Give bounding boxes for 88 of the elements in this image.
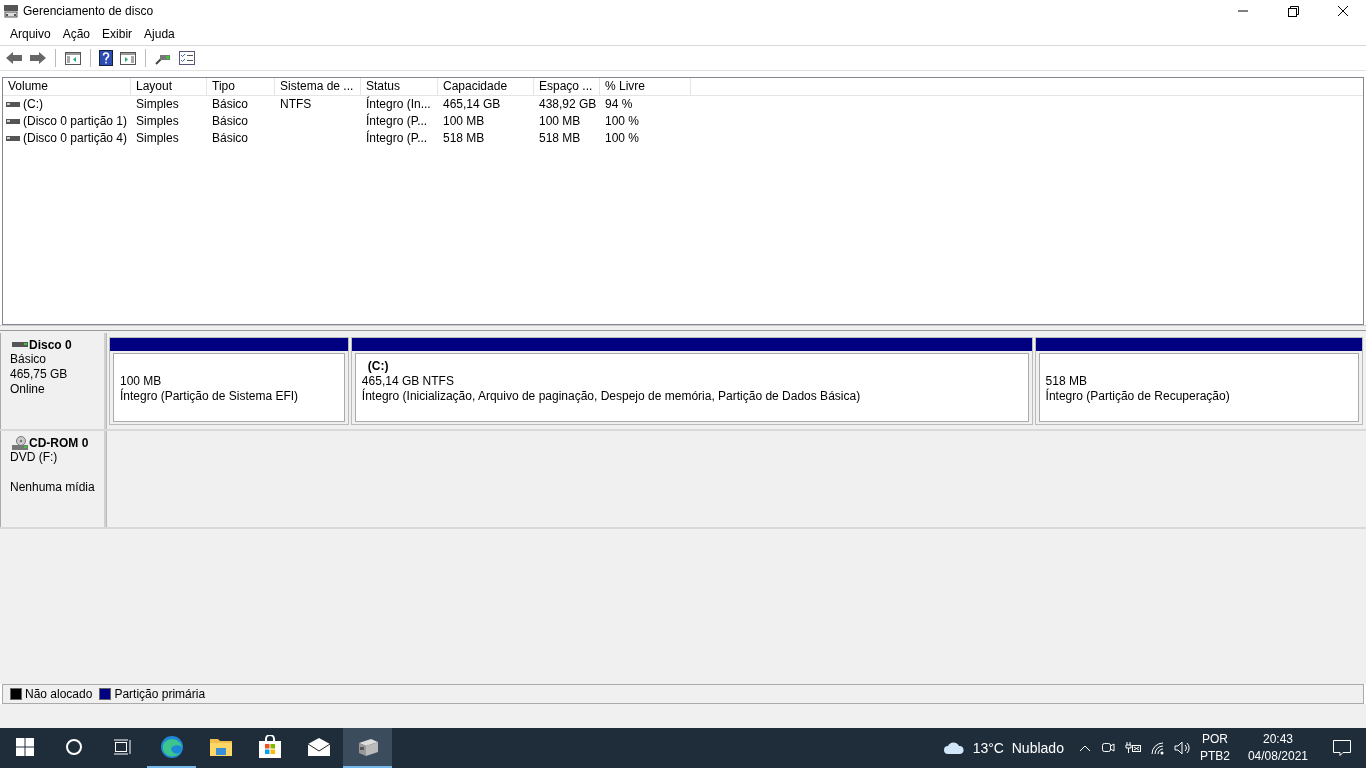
partition-status: Íntegro (Partição de Sistema EFI) [120, 389, 300, 404]
battery-plug-icon[interactable] [1123, 741, 1142, 755]
panel-icon[interactable] [63, 49, 83, 67]
disk-detail: Básico [10, 352, 48, 367]
table-cell: Básico [212, 130, 249, 147]
envelope-icon [306, 738, 331, 756]
help-icon[interactable] [98, 49, 114, 67]
cloud-icon[interactable] [942, 741, 965, 755]
table-cell: Simples [136, 130, 179, 147]
partition-size: 100 MB [120, 374, 163, 388]
menu-item[interactable]: Ajuda [138, 26, 181, 41]
table-cell: 100 % [605, 113, 640, 130]
table-cell: Íntegro (In... [366, 96, 431, 113]
menu-item[interactable]: Ação [56, 26, 97, 41]
checklist-icon[interactable] [177, 49, 197, 67]
task-view-icon [112, 738, 133, 756]
disk-detail: Online [10, 382, 46, 397]
disk-detail: Nenhuma mídia [10, 480, 96, 495]
table-cell: 94 % [605, 96, 633, 113]
clock-time[interactable]: 20:43 [1262, 731, 1293, 748]
partition-block[interactable]: 518 MB Íntegro (Partição de Recuperação) [1034, 337, 1363, 425]
partition-label: (C:) [366, 359, 390, 374]
column-header[interactable]: Layout [131, 78, 207, 95]
drive-icon [12, 342, 28, 348]
table-cell: 518 MB [443, 130, 485, 147]
disk-name: Disco 0 [29, 338, 72, 352]
weather-text[interactable]: 13°C Nublado [972, 740, 1064, 756]
disk-name: CD-ROM 0 [29, 436, 89, 450]
menu-item[interactable]: Arquivo [4, 26, 57, 41]
keyboard-layout[interactable]: PTB2 [1199, 748, 1230, 765]
back-icon[interactable] [4, 49, 24, 67]
wifi-icon[interactable] [1149, 741, 1166, 755]
disc-drive-icon [12, 436, 28, 450]
disk-info-panel[interactable]: Disco 0 Básico 465,75 GB Online [0, 333, 106, 429]
browser-icon [159, 735, 184, 759]
speaker-icon[interactable] [1173, 741, 1192, 755]
clock-date[interactable]: 04/08/2021 [1247, 748, 1308, 765]
disk-drive-icon [356, 737, 379, 757]
windows-logo-icon [15, 738, 34, 756]
table-cell: 100 % [605, 130, 640, 147]
partition-block[interactable]: 100 MB Íntegro (Partição de Sistema EFI) [109, 337, 349, 425]
shopping-bag-icon [257, 735, 282, 759]
disk-detail: 465,75 GB [10, 367, 69, 382]
table-cell: 438,92 GB [539, 96, 597, 113]
column-header[interactable]: Capacidade [438, 78, 534, 95]
notification-icon[interactable] [1332, 739, 1352, 757]
search-icon [64, 738, 83, 756]
table-cell: (C:) [23, 96, 43, 113]
table-cell: (Disco 0 partição 1) [23, 113, 128, 130]
table-cell: 518 MB [539, 130, 581, 147]
legend-label: Partição primária [114, 687, 206, 701]
table-cell: Íntegro (P... [366, 113, 428, 130]
panel-icon[interactable] [118, 49, 138, 67]
column-header[interactable]: Tipo [207, 78, 275, 95]
table-cell: NTFS [280, 96, 312, 113]
taskbar-button[interactable] [343, 728, 392, 768]
table-cell: Básico [212, 96, 249, 113]
column-header[interactable]: Espaço ... [534, 78, 600, 95]
column-header[interactable]: Volume [3, 78, 131, 95]
legend-label: Não alocado [25, 687, 93, 701]
folder-icon [208, 737, 233, 757]
disk-drive-icon [3, 4, 19, 18]
forward-icon[interactable] [28, 49, 48, 67]
table-cell: (Disco 0 partição 4) [23, 130, 128, 147]
disk-info-panel[interactable]: CD-ROM 0 DVD (F:) Nenhuma mídia [0, 431, 106, 527]
partition-size: 518 MB [1045, 374, 1088, 388]
disk-detail: DVD (F:) [10, 450, 59, 465]
chevron-up-icon[interactable] [1077, 743, 1092, 753]
table-cell: Íntegro (P... [366, 130, 428, 147]
partition-size: 465,14 GB NTFS [361, 374, 455, 388]
table-cell: Simples [136, 96, 179, 113]
column-header[interactable]: % Livre [600, 78, 691, 95]
table-cell: 100 MB [539, 113, 581, 130]
drive-icon [6, 118, 20, 125]
table-cell: 465,14 GB [443, 96, 501, 113]
column-header[interactable]: Sistema de ... [275, 78, 361, 95]
column-header[interactable]: Status [361, 78, 438, 95]
table-cell: Básico [212, 113, 249, 130]
table-cell: Simples [136, 113, 179, 130]
menu-item[interactable]: Exibir [96, 26, 139, 41]
partition-block[interactable]: (C:) 465,14 GB NTFS Íntegro (Inicialização, Arquivo de paginação, Despejo de memória, Partição de Dados Básica) [350, 337, 1033, 425]
partition-status: Íntegro (Inicialização, Arquivo de paginação, Despejo de memória, Partição de Dados Básica) [361, 389, 862, 404]
language-indicator[interactable]: POR [1201, 731, 1228, 748]
window-title: Gerenciamento de disco [23, 4, 155, 18]
table-cell: 100 MB [443, 113, 485, 130]
drive-icon [6, 101, 20, 108]
partition-status: Íntegro (Partição de Recuperação) [1045, 389, 1231, 404]
drive-icon [6, 135, 20, 142]
